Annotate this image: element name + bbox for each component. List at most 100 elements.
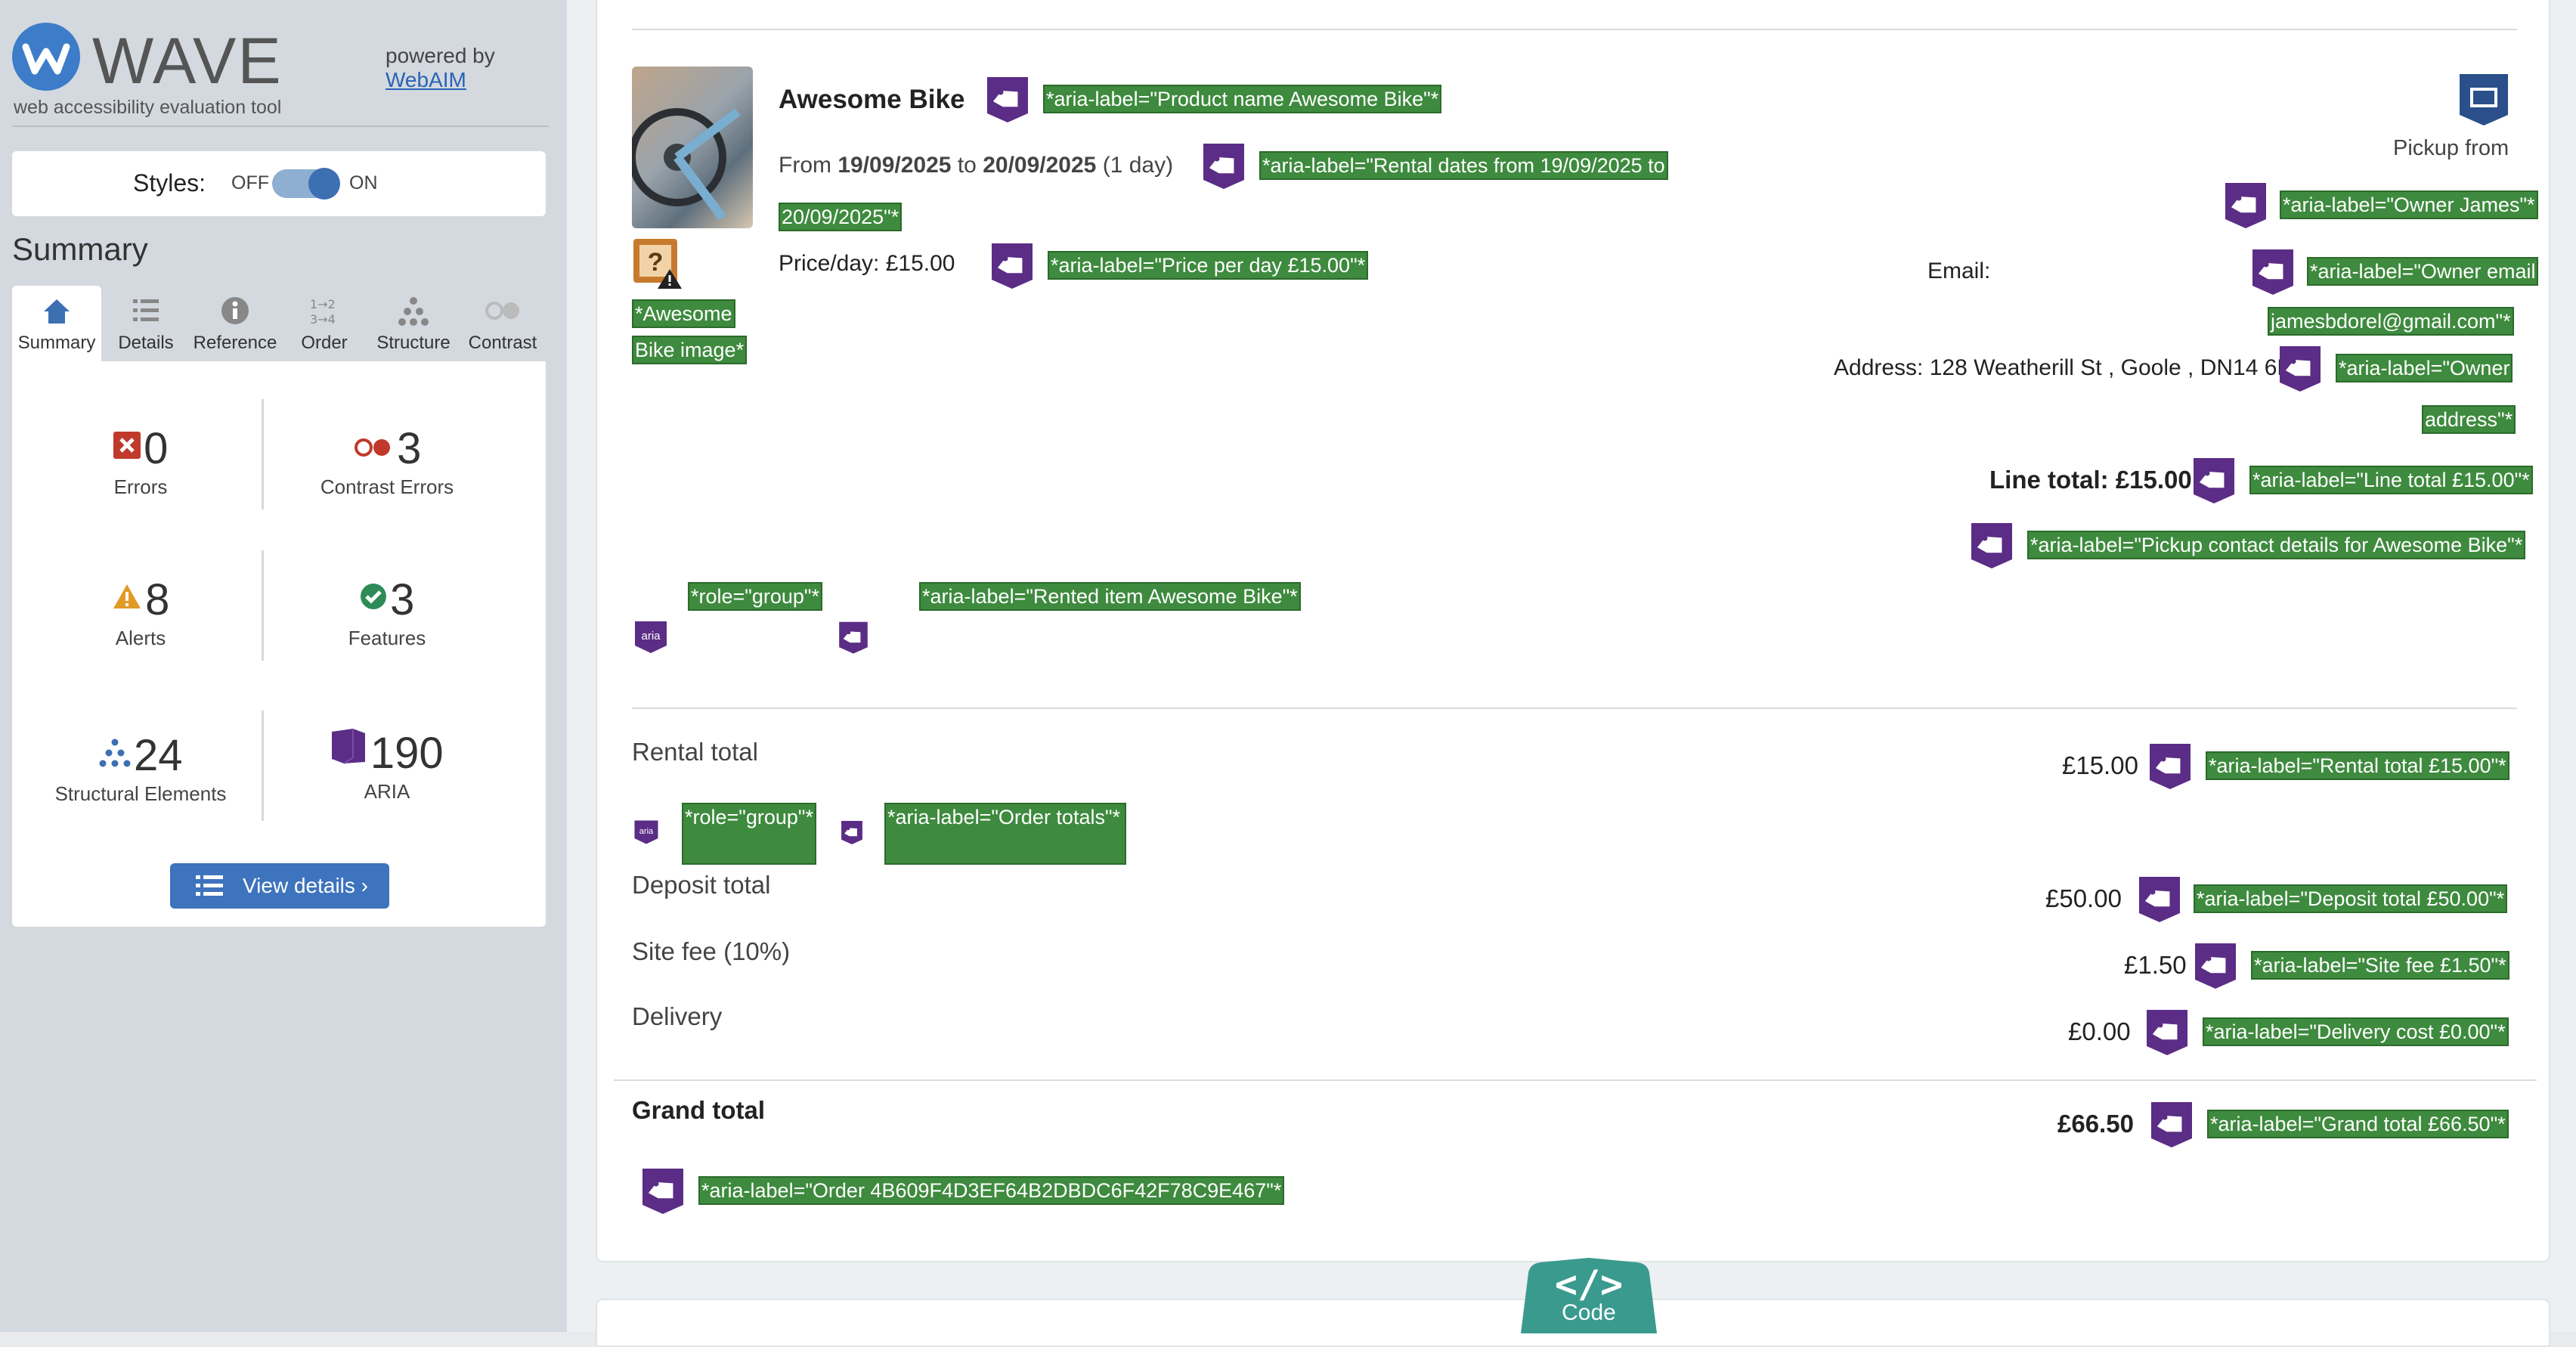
pickup-from-label: Pickup from [2393, 136, 2509, 160]
webaim-link[interactable]: WebAIM [385, 68, 495, 92]
date-from: 19/09/2025 [838, 153, 952, 178]
tab-label: Details [118, 333, 174, 353]
info-icon [221, 297, 249, 324]
toggle-on-label: ON [349, 172, 378, 194]
view-details-button[interactable]: View details › [170, 863, 389, 909]
aria-label-tag: address"* [2422, 405, 2516, 434]
aria-count: 190 [370, 729, 444, 778]
aria-icon [332, 729, 366, 764]
aria-label-icon[interactable] [989, 240, 1036, 290]
tab-summary[interactable]: Summary [12, 286, 101, 361]
aria-label-tag: *aria-label="Pickup contact details for … [2027, 531, 2526, 559]
contrast-icon [485, 302, 519, 320]
divider [262, 550, 264, 661]
summary-panel: 0 Errors 3 Contrast Errors 8 Alerts 3 Fe… [12, 361, 546, 927]
aria-label-icon[interactable] [2192, 940, 2239, 990]
styles-label: Styles: [133, 169, 206, 197]
region-icon[interactable] [2457, 71, 2511, 129]
summary-title: Summary [12, 231, 148, 267]
structural-count: 24 [133, 731, 183, 780]
check-icon [360, 584, 386, 609]
code-toggle-button[interactable]: </> Code [1521, 1258, 1657, 1333]
stat-contrast-errors[interactable]: 3 Contrast Errors [266, 423, 508, 499]
divider [632, 29, 2517, 30]
stat-aria[interactable]: 190 ARIA [266, 727, 508, 804]
aria-label-tag: 20/09/2025"* [779, 203, 903, 231]
structure-icon [99, 739, 131, 767]
price-per-day: Price/day: £15.00 [779, 251, 955, 276]
toggle-off-label: OFF [231, 172, 269, 194]
line-total: Line total: £15.00 [1989, 466, 2192, 494]
aria-label-icon[interactable] [2222, 180, 2269, 230]
aria-label-icon[interactable] [836, 620, 871, 655]
contrast-error-icon [354, 438, 390, 457]
tab-label: Order [301, 333, 348, 353]
structural-label: Structural Elements [54, 782, 227, 805]
stat-structural[interactable]: 24 Structural Elements [20, 730, 262, 806]
aria-label-tag: *aria-label="Delivery cost £0.00"* [2203, 1017, 2509, 1046]
tab-structure[interactable]: Structure [369, 286, 458, 361]
stat-errors[interactable]: 0 Errors [20, 423, 262, 499]
styles-toggle[interactable] [272, 168, 340, 200]
aria-label-icon[interactable] [984, 74, 1031, 124]
aria-label-tag: *aria-label="Site fee £1.50"* [2251, 951, 2509, 980]
aria-label-icon[interactable] [2191, 455, 2237, 505]
role-group-tag: *role="group"* [688, 582, 823, 611]
errors-label: Errors [113, 475, 168, 498]
stat-alerts[interactable]: 8 Alerts [20, 574, 262, 650]
aria-role-icon[interactable]: aria [633, 620, 668, 655]
dates-to: to [957, 153, 977, 178]
features-label: Features [348, 627, 426, 649]
stat-features[interactable]: 3 Features [266, 574, 508, 650]
aria-label-tag: *aria-label="Rented item Awesome Bike"* [919, 582, 1301, 611]
rental-total-value: £15.00 [2062, 751, 2138, 779]
aria-label-icon[interactable] [2147, 741, 2194, 791]
grand-total-value: £66.50 [2057, 1110, 2134, 1138]
code-label: Code [1562, 1300, 1616, 1325]
grand-total-label: Grand total [632, 1096, 766, 1124]
aria-label-tag: *aria-label="Rental dates from 19/09/202… [1259, 151, 1668, 180]
aria-label-icon[interactable] [2136, 874, 2183, 924]
toggle-knob [308, 168, 340, 200]
tab-order[interactable]: 1→2 3→4 Order [280, 286, 369, 361]
tab-label: Structure [376, 333, 450, 353]
aria-label-tag: *aria-label="Owner [2336, 354, 2513, 382]
aria-label-icon[interactable] [1200, 141, 1247, 190]
list-icon [196, 875, 223, 896]
aria-label-icon[interactable] [2277, 343, 2324, 393]
deposit-total-value: £50.00 [2045, 884, 2122, 912]
aria-label-icon[interactable] [639, 1166, 686, 1215]
aria-role-icon[interactable]: aria [633, 819, 659, 845]
aria-label: ARIA [364, 780, 410, 803]
aria-label-tag: *aria-label="Order totals"* [884, 803, 1126, 865]
powered-by: powered by WebAIM [385, 44, 495, 92]
divider [12, 125, 549, 127]
aria-label-tag: *aria-label="Grand total £66.50"* [2207, 1110, 2509, 1138]
alerts-label: Alerts [115, 627, 166, 649]
wave-logo-text: WAVE [92, 25, 283, 98]
aria-label-tag: *aria-label="Price per day £15.00"* [1048, 251, 1369, 280]
aria-label-tag: *aria-label="Owner email [2307, 257, 2539, 286]
tab-label: Summary [17, 333, 96, 353]
tab-contrast[interactable]: Contrast [458, 286, 547, 361]
date-to: 20/09/2025 [983, 153, 1097, 178]
tab-reference[interactable]: Reference [190, 286, 280, 361]
dates-prefix: From [779, 153, 831, 178]
aria-label-icon[interactable] [2148, 1099, 2195, 1149]
alert-icon [113, 584, 141, 608]
tab-details[interactable]: Details [101, 286, 190, 361]
rental-total-label: Rental total [632, 738, 758, 766]
aria-label-icon[interactable] [1968, 520, 2015, 570]
aria-label-tag: *aria-label="Owner James"* [2280, 190, 2538, 219]
divider [614, 1079, 2537, 1081]
aria-label-icon[interactable] [839, 819, 865, 845]
aria-label-tag: *aria-label="Product name Awesome Bike"* [1043, 85, 1442, 113]
home-icon [44, 299, 70, 324]
alerts-count: 8 [145, 575, 170, 624]
wave-tabs: Summary Details Reference 1→2 3→4 Order S… [12, 286, 546, 361]
rental-duration: (1 day) [1102, 153, 1174, 178]
aria-label-icon[interactable] [2249, 246, 2296, 296]
aria-label-tag: *aria-label="Deposit total £50.00"* [2194, 884, 2508, 913]
aria-label-icon[interactable] [2144, 1007, 2191, 1057]
owner-address: Address: 128 Weatherill St , Goole , DN1… [1834, 355, 2309, 380]
